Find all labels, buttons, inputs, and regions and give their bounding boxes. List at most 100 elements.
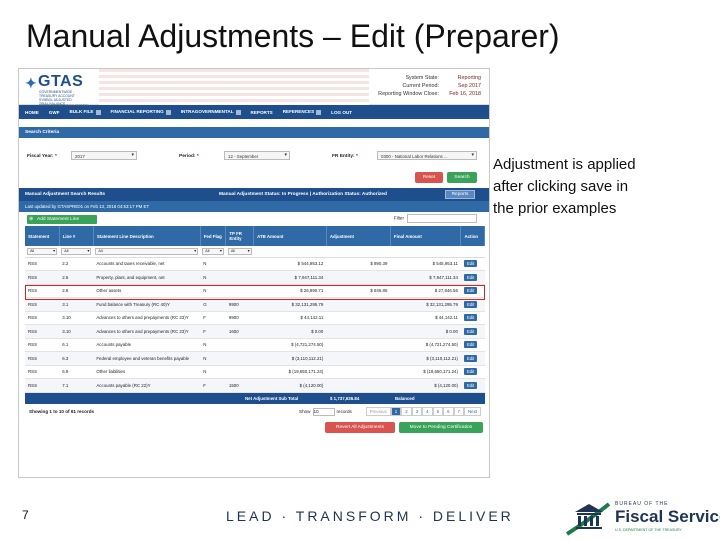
fr-entity-select[interactable]: 0300 - National Labor Relations ... xyxy=(377,151,477,160)
page-7[interactable]: 7 xyxy=(453,406,464,416)
nav-label: INTRAGOVERNMENTAL xyxy=(180,109,234,115)
required-mark: * xyxy=(356,154,358,159)
cell-fed-flag: N xyxy=(200,338,226,352)
table-row: RSS 2.5 Property, plant, and equipment, ne… xyxy=(25,270,485,285)
results-status: Manual Adjustment Status: In Progress | … xyxy=(219,192,387,197)
cell-adjustment xyxy=(326,378,391,393)
cell-line-number: 3.10 xyxy=(59,311,94,325)
reports-button[interactable]: Reports xyxy=(445,190,475,199)
column-header[interactable]: Line # xyxy=(59,226,94,246)
cell-tp-entity xyxy=(225,338,254,352)
page-size-select[interactable]: 10 xyxy=(312,407,335,416)
cell-description: Federal employee and veteran benefits pa… xyxy=(93,351,201,366)
page-6[interactable]: 6 xyxy=(443,406,454,416)
cell-line-number: 7.1 xyxy=(59,378,94,393)
nav-label: FINANCIAL REPORTING xyxy=(110,109,164,115)
label-text: Fiscal Year: xyxy=(27,154,54,159)
page-2[interactable]: 2 xyxy=(401,406,412,416)
cell-adjustment xyxy=(326,324,391,339)
cell-atb-amount: $ (19,650,171.24) xyxy=(253,365,327,379)
edit-button[interactable]: Edit xyxy=(463,368,478,376)
cell-line-number: 6.3 xyxy=(59,351,94,366)
flag-banner xyxy=(99,69,369,105)
cell-statement: RSS xyxy=(25,378,60,393)
cell-description: Advances to others and prepayments (RC 2… xyxy=(93,311,201,325)
cell-statement: RSS xyxy=(25,338,60,352)
cell-tp-entity: 1600 xyxy=(225,324,254,339)
filter-input[interactable] xyxy=(407,214,477,223)
description-filter[interactable]: All xyxy=(95,247,199,255)
search-button[interactable]: Search xyxy=(447,172,477,183)
gtas-logo[interactable]: ✦ GTAS GOVERNMENTWIDE TREASURY ACCOUNT S… xyxy=(25,73,105,110)
nav-log-out[interactable]: LOG OUT xyxy=(331,110,352,115)
move-to-pending-button[interactable]: Move to Pending Certification xyxy=(399,421,483,433)
treasury-building-icon xyxy=(565,502,611,536)
cell-fed-flag: F xyxy=(200,378,226,393)
app-screenshot: ✦ GTAS GOVERNMENTWIDE TREASURY ACCOUNT S… xyxy=(18,68,490,478)
table-row: RSS 6.9 Other liabilities N $ (19,650,171.24… xyxy=(25,365,485,379)
cell-final-amount: $ 7,947,111.34 xyxy=(390,270,461,285)
table-toolbar: ⊕ Add Statement Line Filter xyxy=(19,212,489,226)
cell-statement: RSS xyxy=(25,351,60,366)
cell-atb-amount: $ 26,990.71 xyxy=(253,284,327,298)
cell-statement: RSS xyxy=(25,297,60,312)
revert-all-button[interactable]: Revert All Adjustments xyxy=(325,421,395,433)
statement-filter[interactable]: All xyxy=(27,247,58,255)
edit-button[interactable]: Edit xyxy=(463,341,478,349)
page-3[interactable]: 3 xyxy=(411,406,423,416)
column-header[interactable]: Action xyxy=(460,226,485,246)
subtotal-value: $ 1,737,636.84 xyxy=(330,395,360,401)
edit-button[interactable]: Edit xyxy=(463,381,478,389)
fs-logo-name: Fiscal Service xyxy=(615,507,720,526)
page-number: 7 xyxy=(22,508,29,522)
column-header[interactable]: Statement Line Description xyxy=(93,226,201,246)
period-select[interactable]: 12 - September xyxy=(224,151,290,160)
results-header: Manual Adjustment Search Results Manual … xyxy=(19,188,489,201)
cell-fed-flag: N xyxy=(200,284,226,298)
nav-references[interactable]: REFERENCES xyxy=(283,109,322,115)
footer-motto: LEAD · TRANSFORM · DELIVER xyxy=(226,508,514,524)
cell-tp-entity xyxy=(225,365,254,379)
table-row: RSS 6.1 Accounts payable N $ (4,721,274.50) $… xyxy=(25,338,485,352)
edit-button[interactable]: Edit xyxy=(463,287,478,295)
nav-intragovernmental[interactable]: INTRAGOVERNMENTAL xyxy=(180,109,241,115)
nav-financial-reporting[interactable]: FINANCIAL REPORTING xyxy=(110,109,171,115)
page-4[interactable]: 4 xyxy=(422,406,433,416)
fiscal-year-select[interactable]: 2017 xyxy=(71,151,137,160)
page-5[interactable]: 5 xyxy=(432,406,444,416)
dropdown-icon xyxy=(95,109,101,115)
next-page[interactable]: Next xyxy=(463,406,481,416)
column-header[interactable]: Final Amount xyxy=(390,226,462,246)
cell-statement: RSS xyxy=(25,311,60,325)
line-filter[interactable]: All xyxy=(61,247,92,255)
edit-button[interactable]: Edit xyxy=(463,300,478,308)
edit-button[interactable]: Edit xyxy=(463,354,478,362)
filter-row: All All All All All xyxy=(25,246,485,258)
column-header[interactable]: TP FR Entity xyxy=(225,226,255,246)
edit-button[interactable]: Edit xyxy=(463,314,478,322)
add-statement-line-button[interactable]: ⊕ Add Statement Line xyxy=(27,215,97,224)
pagination-bar: Showing 1 to 10 of 61 records Show 10 reco… xyxy=(19,404,489,420)
edit-button[interactable]: Edit xyxy=(463,327,478,335)
column-header[interactable]: Adjustment xyxy=(326,226,391,246)
cell-tp-entity xyxy=(225,351,254,366)
cell-adjustment: $ 846.85 xyxy=(326,284,391,298)
cell-tp-entity: 9900 xyxy=(225,311,254,325)
nav-reports[interactable]: REPORTS xyxy=(251,110,273,115)
column-header[interactable]: Fed Flag xyxy=(200,226,227,246)
cell-adjustment: $ 890.39 xyxy=(326,257,391,271)
app-header: ✦ GTAS GOVERNMENTWIDE TREASURY ACCOUNT S… xyxy=(19,69,489,110)
column-header[interactable]: ATB Amount xyxy=(253,226,327,246)
page-1[interactable]: 1 xyxy=(390,406,402,416)
reset-button[interactable]: Reset xyxy=(415,172,443,183)
cell-tp-entity: 1500 xyxy=(225,378,254,393)
tp-entity-filter[interactable]: All xyxy=(227,247,252,255)
edit-button[interactable]: Edit xyxy=(463,273,478,281)
edit-button[interactable]: Edit xyxy=(463,260,478,268)
sysinfo-label: Reporting Window Close: xyxy=(378,91,439,97)
cell-statement: RSS xyxy=(25,284,60,298)
column-header[interactable]: Statement xyxy=(25,226,60,246)
fed-flag-filter[interactable]: All xyxy=(202,247,224,255)
nav-home[interactable]: HOME xyxy=(25,110,39,115)
previous-page[interactable]: Previous xyxy=(365,406,391,416)
